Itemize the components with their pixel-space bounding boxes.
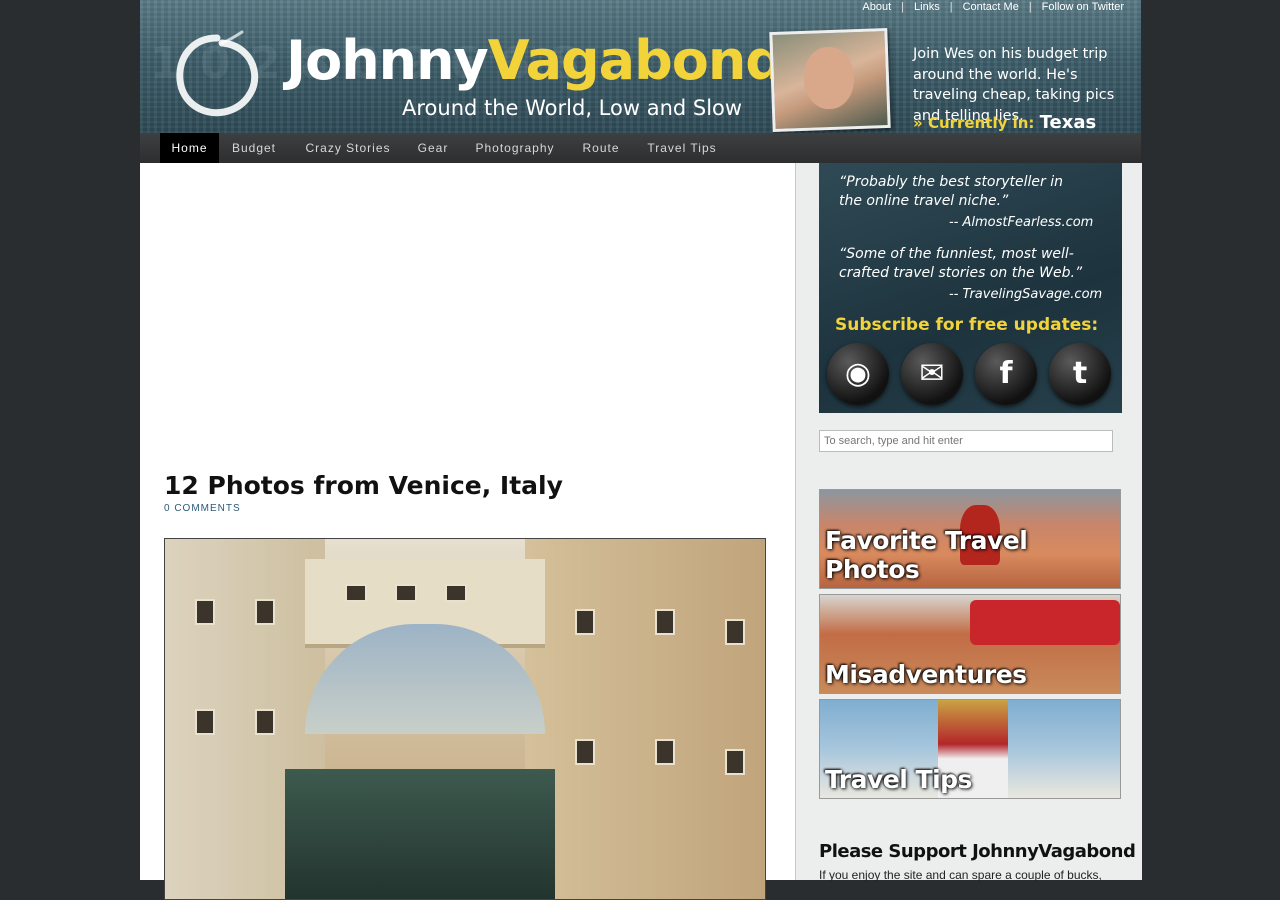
top-links: About | Links | Contact Me | Follow on Twitter bbox=[862, 1, 1124, 13]
nav-item-photography[interactable]: Photography bbox=[459, 133, 571, 163]
banner-travel-tips[interactable]: Travel Tips bbox=[819, 699, 1121, 799]
site-header: 1 0 2 8 0 9 6 6 8 JohnnyVagabond Around … bbox=[140, 0, 1141, 134]
banner-label: Travel Tips bbox=[825, 765, 972, 794]
double-chevron-icon: » bbox=[913, 114, 923, 132]
photo-window bbox=[445, 584, 467, 602]
logo-last-word: Vagabond bbox=[487, 29, 784, 92]
top-link-separator: | bbox=[901, 1, 905, 13]
rss-icon[interactable]: ◉ bbox=[827, 343, 889, 405]
photo-wall-right bbox=[525, 539, 765, 899]
photo-window bbox=[655, 609, 675, 635]
photo-window bbox=[575, 739, 595, 765]
nav-item-crazy-stories[interactable]: Crazy Stories bbox=[289, 133, 407, 163]
search-input[interactable] bbox=[819, 430, 1113, 452]
photo-window bbox=[195, 709, 215, 735]
current-location-label: Currently in: bbox=[927, 114, 1035, 132]
nav-item-budget[interactable]: Budget bbox=[219, 133, 289, 163]
banner-misadventures[interactable]: Misadventures bbox=[819, 594, 1121, 694]
post-title[interactable]: 12 Photos from Venice, Italy bbox=[164, 471, 563, 500]
nav-item-gear[interactable]: Gear bbox=[407, 133, 459, 163]
top-link-separator: | bbox=[1028, 1, 1032, 13]
photo-window bbox=[195, 599, 215, 625]
banner-label: Misadventures bbox=[825, 660, 1027, 689]
top-link-links[interactable]: Links bbox=[914, 1, 940, 13]
promo-quote: “Probably the best storyteller in the on… bbox=[839, 174, 1064, 209]
post-photo[interactable] bbox=[164, 538, 766, 900]
current-location: » Currently in: Texas bbox=[913, 112, 1096, 133]
photo-window bbox=[725, 619, 745, 645]
main-content: 12 Photos from Venice, Italy 0 COMMENTS bbox=[140, 163, 795, 900]
banner-truck bbox=[970, 600, 1120, 645]
promo-attribution: -- AlmostFearless.com bbox=[949, 215, 1094, 230]
logo-swirl-icon bbox=[176, 30, 259, 117]
banner-label: Favorite Travel Photos bbox=[825, 526, 1028, 584]
photo-window bbox=[655, 739, 675, 765]
promo-subscribe-heading: Subscribe for free updates: bbox=[835, 315, 1099, 335]
top-link-about[interactable]: About bbox=[862, 1, 891, 13]
logo-first-word: Johnny bbox=[286, 29, 489, 92]
nav-item-route[interactable]: Route bbox=[571, 133, 631, 163]
photo-window bbox=[395, 584, 417, 602]
photo-window bbox=[255, 599, 275, 625]
nav-item-home[interactable]: Home bbox=[160, 133, 219, 163]
nav-item-travel-tips[interactable]: Travel Tips bbox=[631, 133, 733, 163]
photo-window bbox=[255, 709, 275, 735]
site-tagline: Around the World, Low and Slow bbox=[402, 96, 743, 120]
photo-window bbox=[575, 609, 595, 635]
facebook-icon[interactable]: f bbox=[975, 343, 1037, 405]
top-link-twitter[interactable]: Follow on Twitter bbox=[1042, 1, 1124, 13]
page: 1 0 2 8 0 9 6 6 8 JohnnyVagabond Around … bbox=[140, 0, 1142, 900]
twitter-icon[interactable]: t bbox=[1049, 343, 1111, 405]
site-logo[interactable]: JohnnyVagabond bbox=[286, 29, 784, 92]
photo-window bbox=[345, 584, 367, 602]
post-comments-link[interactable]: 0 COMMENTS bbox=[164, 503, 241, 514]
subscribe-promo: “Probably the best storyteller in the on… bbox=[819, 163, 1122, 413]
author-photo bbox=[769, 27, 891, 133]
promo-attribution: -- TravelingSavage.com bbox=[949, 287, 1103, 302]
photo-window bbox=[725, 749, 745, 775]
support-heading: Please Support JohnnyVagabond bbox=[819, 841, 1136, 862]
banner-favorite-travel-photos[interactable]: Favorite Travel Photos bbox=[819, 489, 1121, 589]
main-nav: Home Budget Crazy Stories Gear Photograp… bbox=[140, 133, 1141, 163]
promo-quote: “Some of the funniest, most well-crafted… bbox=[839, 246, 1083, 281]
email-icon[interactable]: ✉ bbox=[901, 343, 963, 405]
top-link-separator: | bbox=[949, 1, 953, 13]
top-link-contact[interactable]: Contact Me bbox=[963, 1, 1019, 13]
current-location-place: Texas bbox=[1039, 112, 1097, 133]
